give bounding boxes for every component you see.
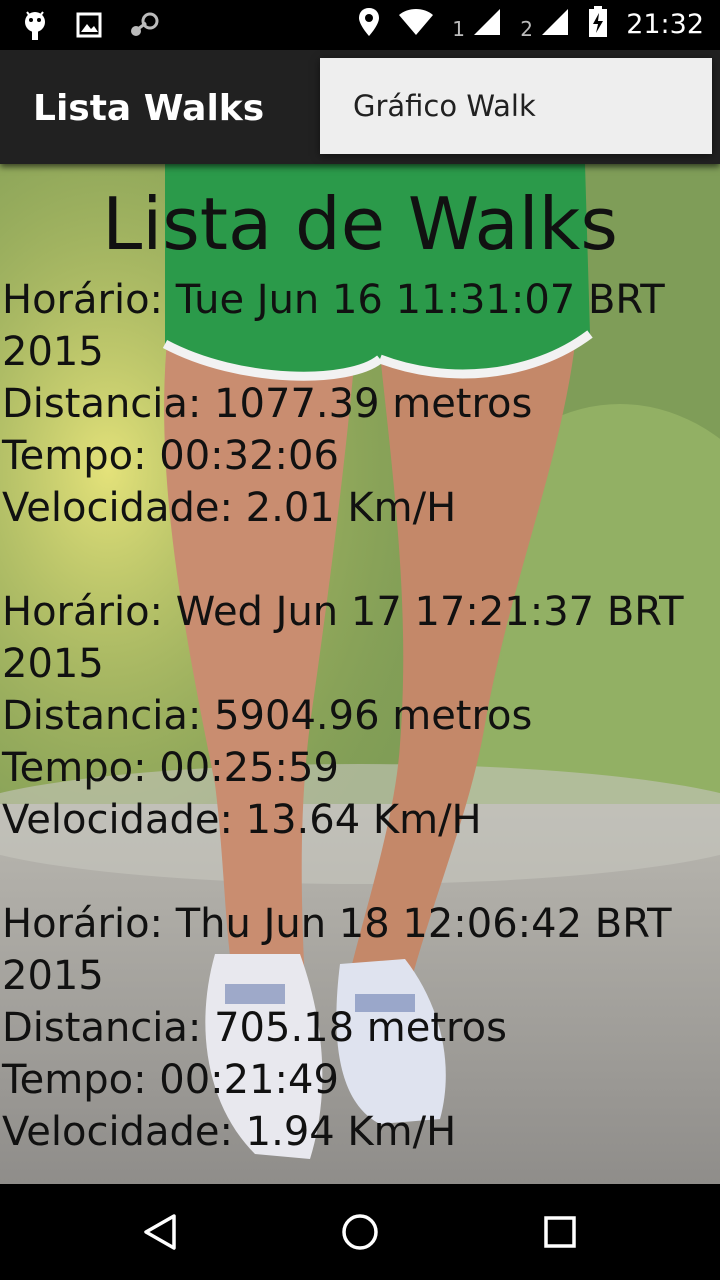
overflow-menu: Gráfico Walk — [320, 58, 712, 154]
location-icon — [358, 7, 380, 41]
steam-icon — [128, 11, 160, 43]
home-icon[interactable] — [340, 1212, 380, 1252]
battery-charging-icon — [588, 6, 608, 42]
walk-entry: Horário: Thu Jun 18 12:06:42 BRT 2015 Di… — [0, 898, 720, 1158]
walk-tempo: Tempo: 00:32:06 — [2, 433, 339, 479]
signal-sim1-icon: 1 — [452, 7, 502, 41]
walk-entry: Horário: Wed Jun 17 17:21:37 BRT 2015 Di… — [0, 586, 720, 846]
back-icon[interactable] — [140, 1212, 180, 1252]
walk-velocidade: Velocidade: 1.94 Km/H — [2, 1109, 457, 1155]
walk-list-screen: Lista de Walks Horário: Tue Jun 16 11:31… — [0, 164, 720, 1184]
walk-distancia: Distancia: 1077.39 metros — [2, 381, 533, 427]
walk-distancia: Distancia: 5904.96 metros — [2, 693, 533, 739]
sim2-label: 2 — [520, 17, 533, 41]
signal-sim2-icon: 2 — [520, 7, 570, 41]
wifi-icon — [398, 8, 434, 40]
walk-velocidade: Velocidade: 13.64 Km/H — [2, 797, 482, 843]
recents-icon[interactable] — [540, 1212, 580, 1252]
menu-item-grafico-walk[interactable]: Gráfico Walk — [320, 58, 712, 154]
page-title: Lista de Walks — [102, 182, 618, 266]
status-bar: 1 2 21:32 — [0, 0, 720, 50]
walk-entry: Horário: Tue Jun 16 11:31:07 BRT 2015 Di… — [0, 274, 720, 534]
walk-tempo: Tempo: 00:25:59 — [2, 745, 339, 791]
image-icon — [76, 12, 102, 42]
walk-distancia: Distancia: 705.18 metros — [2, 1005, 507, 1051]
walk-tempo: Tempo: 00:21:49 — [2, 1057, 339, 1103]
android-icon — [20, 8, 50, 46]
navigation-bar — [0, 1184, 720, 1280]
walk-velocidade: Velocidade: 2.01 Km/H — [2, 485, 457, 531]
walk-horario: Horário: Tue Jun 16 11:31:07 BRT 2015 — [2, 277, 665, 375]
sim1-label: 1 — [452, 17, 465, 41]
walk-list: Horário: Tue Jun 16 11:31:07 BRT 2015 Di… — [0, 274, 720, 1158]
clock: 21:32 — [626, 8, 704, 40]
app-title: Lista Walks — [33, 88, 265, 129]
walk-horario: Horário: Wed Jun 17 17:21:37 BRT 2015 — [2, 589, 684, 687]
walk-horario: Horário: Thu Jun 18 12:06:42 BRT 2015 — [2, 901, 672, 999]
